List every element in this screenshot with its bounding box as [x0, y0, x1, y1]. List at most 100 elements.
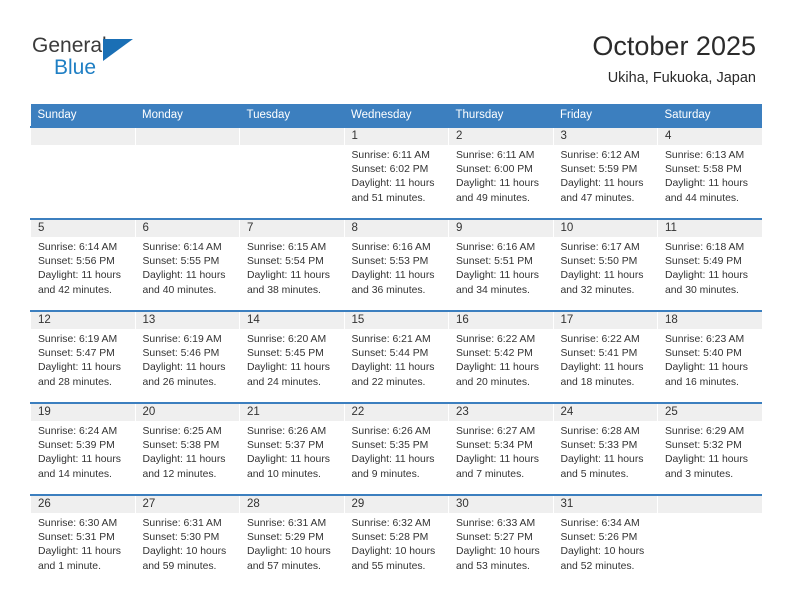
- day-number: 22: [344, 404, 448, 421]
- calendar-day-cell[interactable]: 24 Sunrise: 6:28 AM Sunset: 5:33 PM Dayligh…: [552, 402, 658, 495]
- calendar-header-row: Sunday Monday Tuesday Wednesday Thursday Frid…: [30, 104, 762, 127]
- sunrise-text: Sunrise: 6:14 AM: [142, 242, 222, 253]
- calendar-day-cell[interactable]: 14 Sunrise: 6:20 AM Sunset: 5:45 PM Dayligh…: [239, 310, 344, 403]
- calendar-day-cell[interactable]: 1 Sunrise: 6:11 AM Sunset: 6:02 PM Daylight…: [343, 126, 449, 219]
- calendar-day-cell[interactable]: 30 Sunrise: 6:33 AM Sunset: 5:27 PM Dayligh…: [448, 494, 553, 586]
- sunset-text: Sunset: 5:56 PM: [38, 256, 115, 268]
- sunrise-text: Sunrise: 6:21 AM: [351, 334, 431, 345]
- day-number: 11: [658, 220, 762, 237]
- day-number: 23: [449, 404, 553, 421]
- calendar-day-cell[interactable]: 28 Sunrise: 6:31 AM Sunset: 5:29 PM Dayligh…: [239, 494, 344, 586]
- daylight-text: Daylight: 11 hours and 5 minutes.: [560, 454, 644, 480]
- sunset-text: Sunset: 5:39 PM: [38, 440, 115, 452]
- calendar-day-cell[interactable]: 27 Sunrise: 6:31 AM Sunset: 5:30 PM Dayligh…: [134, 494, 240, 586]
- sunrise-text: Sunrise: 6:31 AM: [142, 518, 222, 529]
- day-number: 18: [658, 312, 762, 329]
- calendar-day-cell[interactable]: 29 Sunrise: 6:32 AM Sunset: 5:28 PM Dayligh…: [343, 494, 449, 586]
- calendar-day-cell[interactable]: 17 Sunrise: 6:22 AM Sunset: 5:41 PM Dayligh…: [552, 310, 658, 403]
- sunset-text: Sunset: 5:51 PM: [456, 256, 533, 268]
- daylight-text: Daylight: 11 hours and 20 minutes.: [456, 362, 539, 388]
- calendar-day-cell[interactable]: 3 Sunrise: 6:12 AM Sunset: 5:59 PM Daylight…: [552, 126, 658, 219]
- calendar-day-cell[interactable]: 21 Sunrise: 6:26 AM Sunset: 5:37 PM Dayligh…: [239, 402, 344, 495]
- calendar-day-cell[interactable]: 2 Sunrise: 6:11 AM Sunset: 6:00 PM Daylight…: [448, 126, 553, 219]
- calendar-day-cell[interactable]: 10 Sunrise: 6:17 AM Sunset: 5:50 PM Dayligh…: [552, 218, 658, 311]
- calendar-day-cell[interactable]: 8 Sunrise: 6:16 AM Sunset: 5:53 PM Daylight…: [343, 218, 449, 311]
- day-details: Sunrise: 6:11 AM Sunset: 6:00 PM Daylight:…: [449, 145, 553, 206]
- calendar-day-cell[interactable]: 20 Sunrise: 6:25 AM Sunset: 5:38 PM Dayligh…: [134, 402, 240, 495]
- calendar-day-cell[interactable]: 5 Sunrise: 6:14 AM Sunset: 5:56 PM Daylight…: [30, 218, 135, 311]
- calendar-day-cell[interactable]: 13 Sunrise: 6:19 AM Sunset: 5:46 PM Dayligh…: [134, 310, 240, 403]
- calendar-day-cell[interactable]: 15 Sunrise: 6:21 AM Sunset: 5:44 PM Dayligh…: [343, 310, 449, 403]
- day-number: 9: [449, 220, 553, 237]
- day-details: Sunrise: 6:26 AM Sunset: 5:35 PM Daylight:…: [345, 421, 449, 482]
- daylight-text: Daylight: 11 hours and 30 minutes.: [665, 270, 748, 296]
- calendar-day-cell[interactable]: 23 Sunrise: 6:27 AM Sunset: 5:34 PM Dayligh…: [448, 402, 553, 495]
- day-details: Sunrise: 6:17 AM Sunset: 5:50 PM Daylight:…: [554, 237, 658, 298]
- sunset-text: Sunset: 5:29 PM: [247, 532, 324, 544]
- day-number: 24: [553, 404, 657, 421]
- day-details: Sunrise: 6:27 AM Sunset: 5:34 PM Daylight:…: [449, 421, 553, 482]
- day-number: 12: [31, 312, 135, 329]
- daylight-text: Daylight: 10 hours and 55 minutes.: [351, 546, 436, 572]
- sunset-text: Sunset: 5:32 PM: [665, 440, 742, 452]
- day-number: [135, 128, 239, 145]
- day-details: Sunrise: 6:22 AM Sunset: 5:41 PM Daylight:…: [554, 329, 658, 390]
- sunset-text: Sunset: 5:34 PM: [456, 440, 533, 452]
- daylight-text: Daylight: 11 hours and 34 minutes.: [456, 270, 539, 296]
- calendar-day-cell[interactable]: 11 Sunrise: 6:18 AM Sunset: 5:49 PM Dayligh…: [657, 218, 762, 311]
- calendar-day-cell[interactable]: 6 Sunrise: 6:14 AM Sunset: 5:55 PM Daylight…: [134, 218, 240, 311]
- daylight-text: Daylight: 11 hours and 7 minutes.: [456, 454, 539, 480]
- calendar-day-cell[interactable]: 19 Sunrise: 6:24 AM Sunset: 5:39 PM Dayligh…: [30, 402, 135, 495]
- sunset-text: Sunset: 5:37 PM: [247, 440, 324, 452]
- page-subtitle: Ukiha, Fukuoka, Japan: [607, 70, 756, 86]
- day-details: Sunrise: 6:24 AM Sunset: 5:39 PM Daylight:…: [31, 421, 135, 482]
- day-details: Sunrise: 6:15 AM Sunset: 5:54 PM Daylight:…: [240, 237, 344, 298]
- day-details: Sunrise: 6:26 AM Sunset: 5:37 PM Daylight:…: [240, 421, 344, 482]
- calendar-day-cell[interactable]: 4 Sunrise: 6:13 AM Sunset: 5:58 PM Daylight…: [657, 126, 762, 219]
- day-number: 4: [658, 128, 762, 145]
- calendar-day-cell[interactable]: 25 Sunrise: 6:29 AM Sunset: 5:32 PM Dayligh…: [657, 402, 762, 495]
- day-details: Sunrise: 6:16 AM Sunset: 5:51 PM Daylight:…: [449, 237, 553, 298]
- calendar-day-cell[interactable]: 26 Sunrise: 6:30 AM Sunset: 5:31 PM Dayligh…: [30, 494, 135, 586]
- day-number: 13: [135, 312, 239, 329]
- day-details: Sunrise: 6:23 AM Sunset: 5:40 PM Daylight:…: [658, 329, 762, 390]
- day-details: Sunrise: 6:31 AM Sunset: 5:30 PM Daylight:…: [136, 513, 240, 574]
- sunset-text: Sunset: 6:00 PM: [456, 164, 533, 176]
- daylight-text: Daylight: 11 hours and 3 minutes.: [665, 454, 748, 480]
- day-details: Sunrise: 6:22 AM Sunset: 5:42 PM Daylight:…: [449, 329, 553, 390]
- sunset-text: Sunset: 5:59 PM: [560, 164, 638, 176]
- daylight-text: Daylight: 11 hours and 51 minutes.: [351, 178, 435, 204]
- sunset-text: Sunset: 5:28 PM: [351, 532, 429, 544]
- day-number: 7: [240, 220, 344, 237]
- sunrise-text: Sunrise: 6:31 AM: [247, 518, 327, 529]
- sunrise-text: Sunrise: 6:12 AM: [560, 150, 640, 161]
- day-details: Sunrise: 6:25 AM Sunset: 5:38 PM Daylight:…: [136, 421, 240, 482]
- daylight-text: Daylight: 11 hours and 36 minutes.: [351, 270, 435, 296]
- sunrise-text: Sunrise: 6:11 AM: [351, 150, 430, 161]
- day-number: 17: [553, 312, 657, 329]
- day-details: Sunrise: 6:14 AM Sunset: 5:55 PM Daylight:…: [136, 237, 240, 298]
- daylight-text: Daylight: 11 hours and 9 minutes.: [351, 454, 435, 480]
- logo-text-blue: Blue: [54, 56, 97, 79]
- general-blue-logo: General Blue: [32, 34, 152, 82]
- daylight-text: Daylight: 11 hours and 49 minutes.: [456, 178, 539, 204]
- calendar-day-cell-empty: [134, 126, 240, 219]
- daylight-text: Daylight: 11 hours and 18 minutes.: [560, 362, 644, 388]
- calendar-day-cell[interactable]: 7 Sunrise: 6:15 AM Sunset: 5:54 PM Daylight…: [239, 218, 344, 311]
- sunset-text: Sunset: 5:45 PM: [247, 348, 324, 360]
- day-number: 20: [135, 404, 239, 421]
- weekday-header-saturday: Saturday: [657, 104, 762, 127]
- daylight-text: Daylight: 10 hours and 53 minutes.: [456, 546, 540, 572]
- sunrise-text: Sunrise: 6:24 AM: [38, 426, 118, 437]
- calendar-day-cell[interactable]: 22 Sunrise: 6:26 AM Sunset: 5:35 PM Dayligh…: [343, 402, 449, 495]
- calendar-day-cell[interactable]: 9 Sunrise: 6:16 AM Sunset: 5:51 PM Daylight…: [448, 218, 553, 311]
- calendar-day-cell[interactable]: 31 Sunrise: 6:34 AM Sunset: 5:26 PM Dayligh…: [552, 494, 658, 586]
- calendar-day-cell[interactable]: 16 Sunrise: 6:22 AM Sunset: 5:42 PM Dayligh…: [448, 310, 553, 403]
- calendar-day-cell[interactable]: 12 Sunrise: 6:19 AM Sunset: 5:47 PM Dayligh…: [30, 310, 135, 403]
- calendar-day-cell[interactable]: 18 Sunrise: 6:23 AM Sunset: 5:40 PM Dayligh…: [657, 310, 762, 403]
- daylight-text: Daylight: 11 hours and 14 minutes.: [38, 454, 121, 480]
- sunrise-text: Sunrise: 6:16 AM: [456, 242, 536, 253]
- day-number: [31, 128, 135, 145]
- calendar-week-row: 26 Sunrise: 6:30 AM Sunset: 5:31 PM Dayligh…: [30, 494, 762, 586]
- sunrise-text: Sunrise: 6:33 AM: [456, 518, 536, 529]
